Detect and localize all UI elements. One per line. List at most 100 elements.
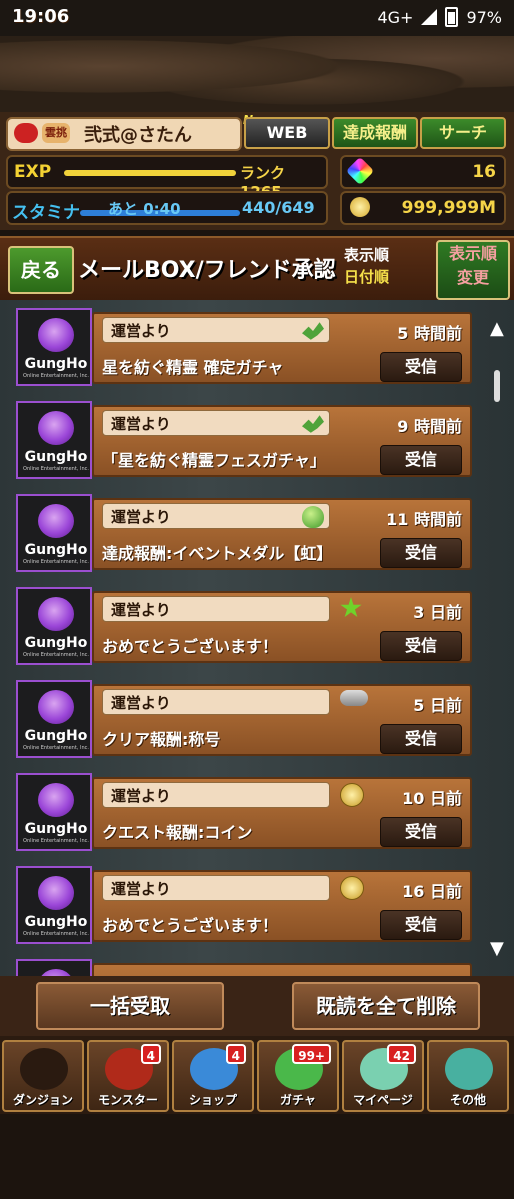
search-button[interactable]: サーチ — [420, 117, 506, 149]
nav-shop[interactable]: 4 ショップ — [172, 1040, 254, 1112]
sort-label: 表示順 — [344, 246, 390, 264]
coin-panel: 999,999M — [340, 191, 506, 225]
status-icons: 4G+ 97% — [377, 7, 502, 27]
title-plate-icon — [340, 690, 368, 706]
gungho-egg-icon — [38, 411, 74, 445]
dungeon-icon — [20, 1048, 68, 1090]
gungho-logo: GungHo Online Entertainment, Inc. — [16, 308, 92, 386]
logo-brand: GungHo — [24, 635, 88, 651]
exp-bar — [64, 170, 236, 176]
logo-brand: GungHo — [24, 542, 88, 558]
mail-time: 3 日前 — [413, 603, 462, 622]
back-button[interactable]: 戻る — [8, 246, 74, 294]
nav-badge: 4 — [225, 1044, 246, 1064]
change-sort-button[interactable]: 表示順 変更 — [436, 240, 510, 300]
receive-button[interactable]: 受信 — [380, 538, 462, 568]
page-title: メールBOX/フレンド承認 — [78, 258, 336, 283]
stamina-panel: スタミナ あと 0:40 440/649 — [6, 191, 328, 225]
logo-brand: GungHo — [24, 821, 88, 837]
battery-level: 97% — [466, 7, 502, 27]
mail-subject: おめでとうございます！ — [102, 637, 279, 656]
nav-label: ガチャ — [280, 1093, 316, 1107]
mail-sender: 運営より — [102, 317, 330, 343]
mail-item[interactable]: GungHo Online Entertainment, Inc. 運営より 11 時… — [16, 494, 472, 574]
nav-mypage[interactable]: 42 マイページ — [342, 1040, 424, 1112]
gungho-egg-icon — [38, 504, 74, 538]
logo-subtitle: Online Entertainment, Inc. — [23, 745, 89, 751]
player-name-box[interactable]: 雲挑 弐式@さたん — [6, 117, 242, 151]
mail-subject: 星を紡ぐ精霊 確定ガチャ — [102, 358, 284, 377]
mail-card[interactable]: 運営より 11 時間前 達成報酬:イベントメダル【虹】 受信 — [92, 498, 472, 570]
receive-button[interactable]: 受信 — [380, 445, 462, 475]
gungho-egg-icon — [38, 783, 74, 817]
mail-sender: 運営より — [102, 410, 330, 436]
gungho-egg-icon — [38, 690, 74, 724]
mail-time: 10 日前 — [402, 789, 462, 808]
player-name: 弐式@さたん — [84, 125, 192, 146]
status-bar: 19:06 4G+ 97% — [0, 0, 514, 36]
logo-brand: GungHo — [24, 914, 88, 930]
nav-label: ダンジョン — [12, 1093, 73, 1107]
receive-button[interactable]: 受信 — [380, 352, 462, 382]
mail-card[interactable]: 運営より 16 日前 おめでとうございます！ 受信 — [92, 870, 472, 942]
mail-item[interactable]: GungHo Online Entertainment, Inc. 運営より 10 日… — [16, 773, 472, 853]
mail-item[interactable]: GungHo Online Entertainment, Inc. 運営より 16 日… — [16, 866, 472, 946]
mail-time: 5 日前 — [413, 696, 462, 715]
rock-background — [0, 36, 514, 112]
exp-panel: EXP ランク1265 — [6, 155, 328, 201]
gungho-logo: GungHo Online Entertainment, Inc. — [16, 494, 92, 572]
logo-brand: GungHo — [24, 728, 88, 744]
scroll-bottom-icon[interactable]: ▼ — [490, 938, 504, 959]
gungho-egg-icon — [38, 876, 74, 910]
mail-sender: 運営より — [102, 596, 330, 622]
mail-item[interactable]: GungHo Online Entertainment, Inc. 運営より 9 時間… — [16, 401, 472, 481]
nav-gacha[interactable]: 99+ ガチャ — [257, 1040, 339, 1112]
nav-label: モンスター — [98, 1093, 158, 1107]
nav-badge: 99+ — [292, 1044, 331, 1064]
logo-brand: GungHo — [24, 356, 88, 372]
sort-value: 日付順 — [344, 268, 390, 286]
coin-icon — [350, 197, 370, 217]
delete-read-button[interactable]: 既読を全て削除 — [292, 982, 480, 1030]
receive-all-button[interactable]: 一括受取 — [36, 982, 224, 1030]
receive-button[interactable]: 受信 — [380, 724, 462, 754]
mail-card[interactable] — [92, 963, 472, 976]
mail-subject: おめでとうございます！ — [102, 916, 279, 935]
nav-monster[interactable]: 4 モンスター — [87, 1040, 169, 1112]
logo-brand: GungHo — [24, 449, 88, 465]
scrollbar[interactable] — [494, 370, 500, 402]
gungho-logo: GungHo Online Entertainment, Inc. — [16, 401, 92, 479]
mail-card[interactable]: 運営より 3 日前おめでとうございます！ 受信 — [92, 591, 472, 663]
other-icon — [445, 1048, 493, 1090]
nav-other[interactable]: その他 — [427, 1040, 509, 1112]
coin-icon — [340, 876, 364, 900]
nav-badge: 4 — [140, 1044, 161, 1064]
mail-item[interactable]: GungHo Online Entertainment, Inc. 運営より 3 日前… — [16, 587, 472, 667]
mail-sender: 運営より — [102, 503, 330, 529]
mail-subject: 「星を紡ぐ精霊フェスガチャ」 — [102, 451, 326, 470]
logo-subtitle: Online Entertainment, Inc. — [23, 652, 89, 658]
receive-button[interactable]: 受信 — [380, 910, 462, 940]
mail-item-partial[interactable] — [16, 959, 472, 976]
web-button[interactable]: WEB — [244, 117, 330, 149]
stone-panel[interactable]: 16 — [340, 155, 506, 189]
stamina-timer: あと 0:40 — [108, 200, 181, 218]
mail-card[interactable]: 運営より 10 日前 クエスト報酬:コイン 受信 — [92, 777, 472, 849]
mail-item[interactable]: GungHo Online Entertainment, Inc. 運営より 5 時間… — [16, 308, 472, 388]
gungho-egg-icon — [38, 969, 74, 976]
mail-card[interactable]: 運営より 9 時間前 「星を紡ぐ精霊フェスガチャ」 受信 — [92, 405, 472, 477]
nav-dungeon[interactable]: ダンジョン — [2, 1040, 84, 1112]
coin-count: 999,999M — [401, 198, 496, 218]
stamina-label: スタミナ — [12, 203, 80, 223]
mail-time: 16 日前 — [402, 882, 462, 901]
stone-count: 16 — [472, 162, 496, 182]
scroll-top-icon[interactable]: ▲ — [490, 318, 504, 339]
achievement-button[interactable]: 達成報酬 — [332, 117, 418, 149]
receive-button[interactable]: 受信 — [380, 817, 462, 847]
mail-card[interactable]: 運営より 5 時間前 星を紡ぐ精霊 確定ガチャ 受信 — [92, 312, 472, 384]
mail-item[interactable]: GungHo Online Entertainment, Inc. 運営より 5 日前… — [16, 680, 472, 760]
mail-list[interactable]: GungHo Online Entertainment, Inc. 運営より 5 時間… — [0, 300, 514, 976]
nav-label: その他 — [449, 1093, 486, 1107]
mail-card[interactable]: 運営より 5 日前 クリア報酬:称号 受信 — [92, 684, 472, 756]
receive-button[interactable]: 受信 — [380, 631, 462, 661]
